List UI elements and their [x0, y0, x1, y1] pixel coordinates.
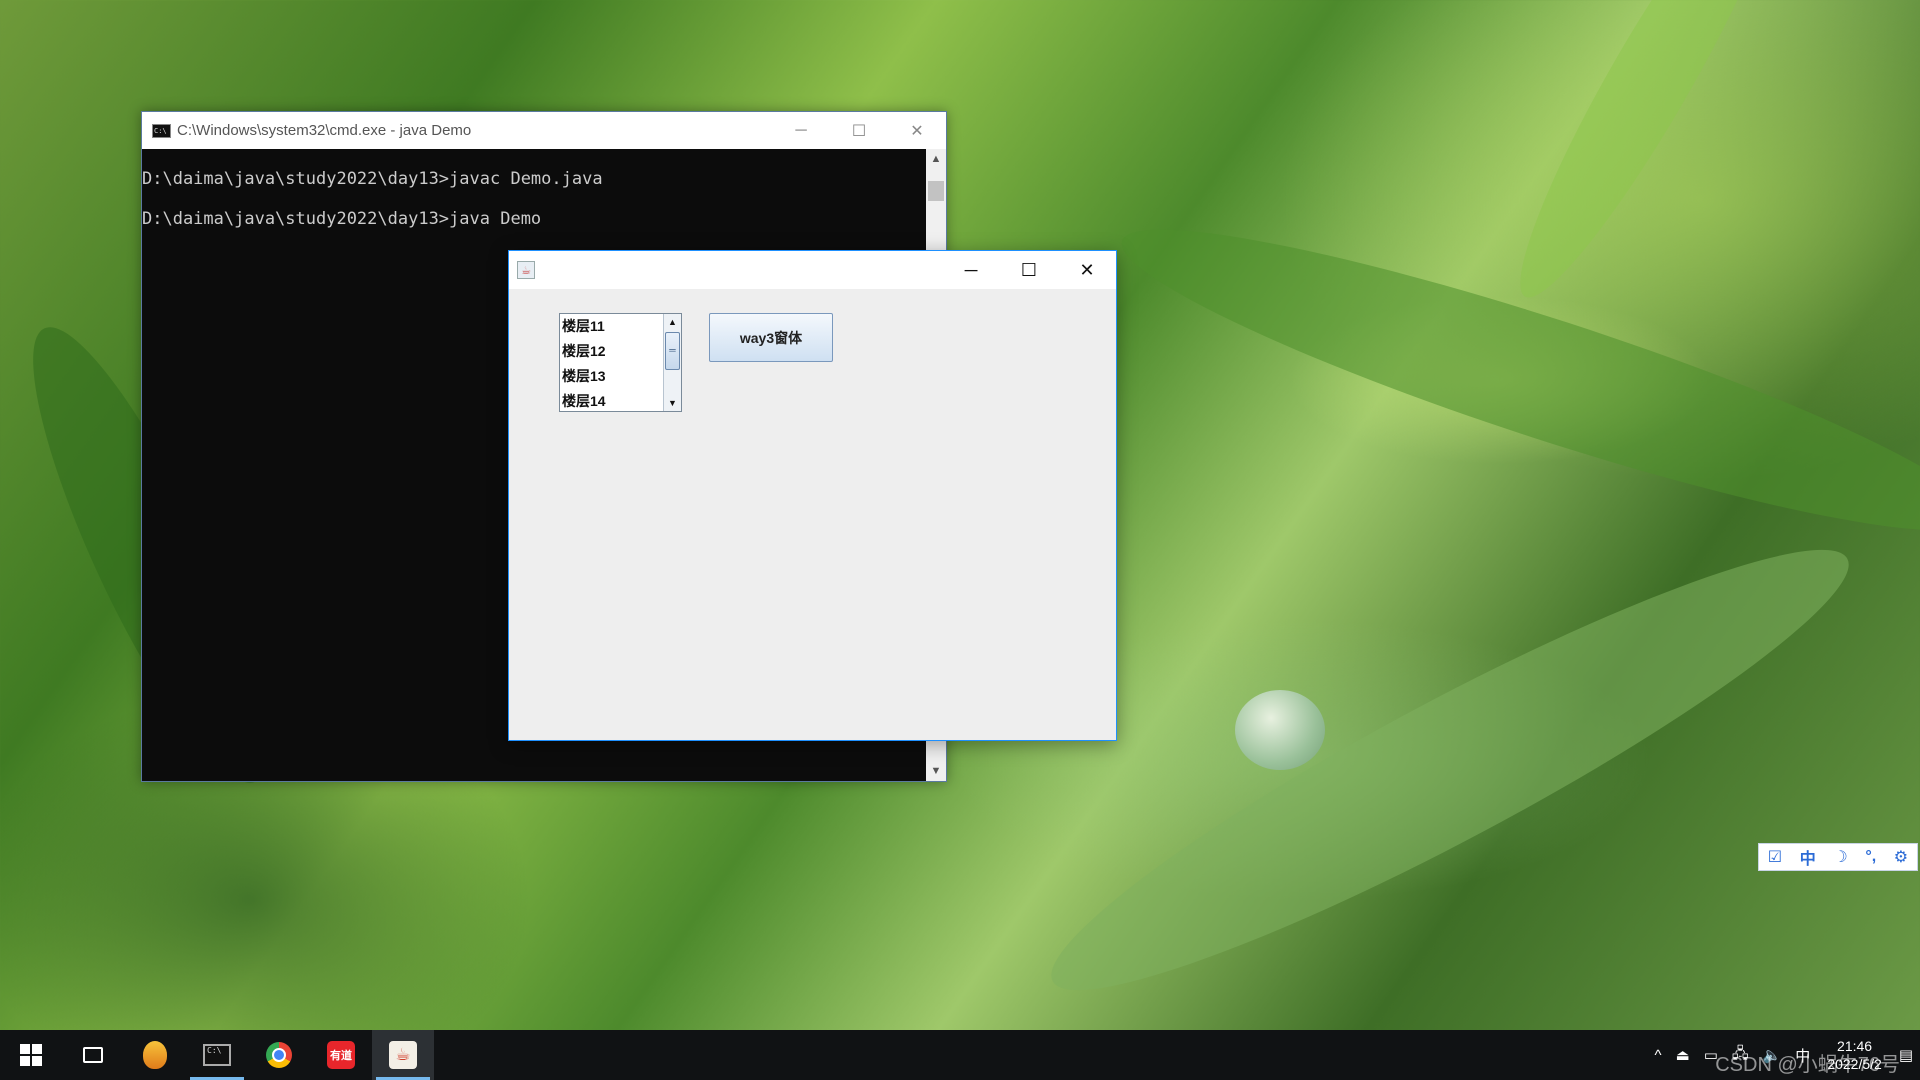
floor-list[interactable]: 楼层11 楼层12 楼层13 楼层14 ▲ ═ ▼: [559, 313, 682, 412]
tray-usb-icon[interactable]: ⏏: [1676, 1046, 1690, 1064]
ime-checkbox-icon[interactable]: ☑: [1768, 847, 1782, 867]
cmd-line: D:\daima\java\study2022\day13>java Demo: [142, 209, 542, 229]
list-scroll-up-icon[interactable]: ▲: [664, 314, 681, 330]
tray-chevron-icon[interactable]: ^: [1654, 1047, 1661, 1064]
way3-window-button[interactable]: way3窗体: [709, 313, 833, 362]
cmd-maximize-button[interactable]: ☐: [830, 112, 888, 149]
java-window-titlebar[interactable]: ☕ ─ ☐ ✕: [509, 251, 1116, 289]
taskbar-app-youdao[interactable]: 有道: [310, 1030, 372, 1080]
scroll-up-arrow-icon[interactable]: ▲: [926, 149, 946, 169]
taskbar: C:\ 有道 ☕ ^ ⏏ ▭ 🖧 🔈 中 21:46 2022/5/2 ▤ CS…: [0, 1030, 1920, 1080]
list-scroll-thumb[interactable]: ═: [665, 332, 680, 370]
ime-toolbar[interactable]: ☑ 中 ☽ °, ⚙: [1758, 843, 1918, 871]
scroll-down-arrow-icon[interactable]: ▼: [926, 761, 946, 781]
list-scroll-down-icon[interactable]: ▼: [664, 395, 681, 411]
cmd-close-button[interactable]: ✕: [888, 112, 946, 149]
java-swing-window[interactable]: ☕ ─ ☐ ✕ 楼层11 楼层12 楼层13 楼层14 ▲ ═ ▼ way3窗体: [508, 250, 1117, 741]
java-close-button[interactable]: ✕: [1058, 251, 1116, 289]
csdn-watermark: CSDN @小蜗牛76号: [1715, 1054, 1900, 1076]
cmd-titlebar[interactable]: C:\ C:\Windows\system32\cmd.exe - java D…: [142, 112, 946, 149]
list-scrollbar[interactable]: ▲ ═ ▼: [663, 314, 681, 411]
ime-punctuation-icon[interactable]: °,: [1865, 848, 1876, 866]
youdao-icon: 有道: [327, 1041, 355, 1069]
ime-moon-icon[interactable]: ☽: [1833, 847, 1847, 867]
cmd-minimize-button[interactable]: ─: [772, 112, 830, 149]
java-taskbar-icon: ☕: [389, 1041, 417, 1069]
wallpaper-blade: [1019, 496, 1881, 1044]
taskbar-app-cmd[interactable]: C:\: [186, 1030, 248, 1080]
java-maximize-button[interactable]: ☐: [1000, 251, 1058, 289]
fruit-app-icon: [143, 1041, 167, 1069]
taskbar-app-fruit[interactable]: [124, 1030, 186, 1080]
taskbar-app-java[interactable]: ☕: [372, 1030, 434, 1080]
taskbar-app-chrome[interactable]: [248, 1030, 310, 1080]
start-button[interactable]: [0, 1030, 62, 1080]
wallpaper-blade: [1490, 0, 1810, 317]
java-minimize-button[interactable]: ─: [942, 251, 1000, 289]
task-view-icon: [83, 1047, 103, 1063]
cmd-scroll-thumb[interactable]: [928, 181, 944, 201]
ime-chinese-mode-button[interactable]: 中: [1800, 845, 1816, 869]
cmd-window-title: C:\Windows\system32\cmd.exe - java Demo: [177, 122, 472, 139]
ime-settings-gear-icon[interactable]: ⚙: [1894, 847, 1908, 867]
water-droplet: [1235, 690, 1325, 770]
chrome-icon: [266, 1042, 292, 1068]
windows-logo-icon: [20, 1044, 42, 1066]
cmd-taskbar-icon: C:\: [203, 1044, 231, 1066]
notification-center-icon[interactable]: ▤: [1899, 1046, 1913, 1064]
task-view-button[interactable]: [62, 1030, 124, 1080]
java-coffee-icon: ☕: [517, 261, 535, 279]
cmd-app-icon: C:\: [152, 123, 171, 138]
wallpaper-blade: [1103, 183, 1920, 577]
cmd-line: D:\daima\java\study2022\day13>javac Demo…: [142, 169, 603, 189]
